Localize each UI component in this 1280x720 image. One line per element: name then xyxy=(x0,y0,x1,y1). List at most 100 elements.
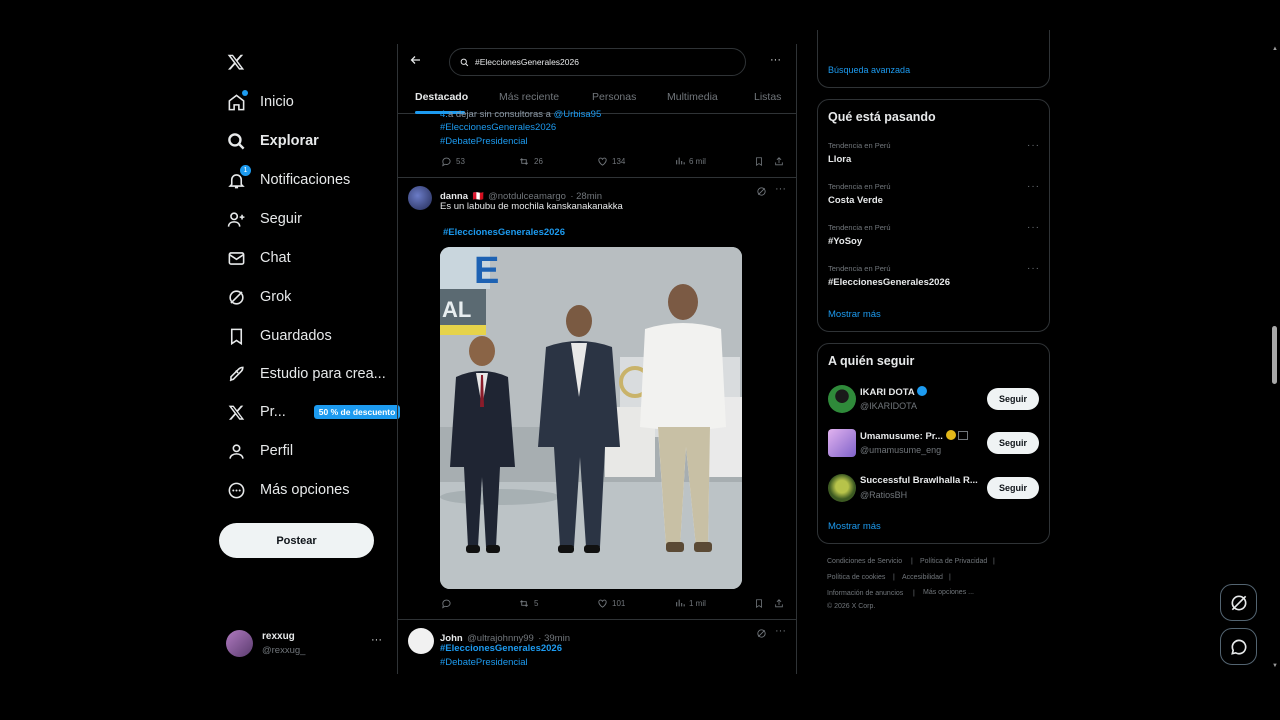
search-icon xyxy=(460,58,469,66)
trend-item[interactable]: Tendencia en Perú Costa Verde ··· xyxy=(818,179,1049,213)
nav-chat[interactable]: Chat xyxy=(226,244,291,272)
bookmark-button[interactable] xyxy=(754,156,764,167)
trend-more-icon[interactable]: ··· xyxy=(1027,222,1040,233)
trend-item[interactable]: Tendencia en Perú Llora ··· xyxy=(818,138,1049,172)
follow-suggestion[interactable]: Umamusume: Pr... @umamusume_eng Seguir xyxy=(818,428,1049,460)
scroll-up-arrow-icon[interactable]: ▲ xyxy=(1272,46,1278,52)
back-arrow-icon[interactable] xyxy=(410,54,422,66)
reply-button[interactable]: 53 xyxy=(441,156,465,167)
follow-suggestion[interactable]: Successful Brawlhalla R... @RatiosBH Seg… xyxy=(818,473,1049,505)
scrollbar-thumb[interactable] xyxy=(1272,326,1277,384)
tab-listas[interactable]: Listas xyxy=(754,91,781,103)
search-input[interactable]: #EleccionesGenerales2026 xyxy=(449,48,746,76)
account-more-icon[interactable]: ··· xyxy=(371,634,382,646)
share-button[interactable] xyxy=(774,156,784,167)
like-button[interactable]: 134 xyxy=(597,156,625,167)
hashtag-link[interactable]: #EleccionesGenerales2026 xyxy=(440,642,562,656)
messages-floating-button[interactable] xyxy=(1220,628,1257,665)
share-button[interactable] xyxy=(774,598,784,609)
affiliate-badge-icon xyxy=(958,431,969,440)
tab-personas[interactable]: Personas xyxy=(592,91,636,103)
show-more-suggestions[interactable]: Mostrar más xyxy=(828,521,881,532)
reply-button[interactable] xyxy=(441,598,456,609)
tweet[interactable]: danna 🇵🇪 @notdulceamargo · 28min ··· Es … xyxy=(398,178,796,618)
nav-perfil[interactable]: Perfil xyxy=(226,437,293,465)
show-more-trends[interactable]: Mostrar más xyxy=(828,309,881,320)
mention-link[interactable]: @Urbisa95 xyxy=(554,109,602,120)
hashtag-link[interactable]: #DebatePresidencial xyxy=(440,656,528,670)
repost-button[interactable]: 26 xyxy=(518,156,543,167)
footer-link[interactable]: Política de cookies xyxy=(827,574,885,581)
nav-inicio[interactable]: Inicio xyxy=(226,88,294,116)
suggestion-name[interactable]: IKARI DOTA xyxy=(860,386,927,398)
x-logo-icon xyxy=(227,54,245,70)
footer-link[interactable]: Política de Privacidad xyxy=(920,558,987,565)
share-icon xyxy=(775,599,783,608)
follow-suggestion[interactable]: IKARI DOTA @IKARIDOTA Seguir xyxy=(818,384,1049,416)
post-button[interactable]: Postear xyxy=(219,523,374,558)
avatar[interactable] xyxy=(828,385,856,413)
nav-premium[interactable]: Pr... 50 % de descuento xyxy=(226,398,401,426)
tweet[interactable]: 4.a dejar sin consultoras a @Urbisa95 #E… xyxy=(398,109,796,177)
grok-explain-icon[interactable] xyxy=(756,628,767,639)
trend-more-icon[interactable]: ··· xyxy=(1027,181,1040,192)
tweet[interactable]: John @ultrajohnny99 · 39min ··· #Eleccio… xyxy=(398,620,796,674)
advanced-search-link[interactable]: Búsqueda avanzada xyxy=(828,65,910,75)
views-icon xyxy=(676,157,685,165)
trend-item[interactable]: Tendencia en Perú #YoSoy ··· xyxy=(818,220,1049,254)
main-column: #EleccionesGenerales2026 ··· Destacado M… xyxy=(397,44,797,674)
avatar[interactable] xyxy=(408,628,434,654)
repost-icon xyxy=(520,600,528,607)
suggestion-name[interactable]: Umamusume: Pr... xyxy=(860,430,969,442)
grok-floating-button[interactable] xyxy=(1220,584,1257,621)
nav-seguir[interactable]: Seguir xyxy=(226,205,302,233)
footer-link[interactable]: Condiciones de Servicio xyxy=(827,558,902,565)
scroll-down-arrow-icon[interactable]: ▼ xyxy=(1272,663,1278,669)
footer-link[interactable]: Más opciones ... xyxy=(923,589,974,596)
nav-explorar[interactable]: Explorar xyxy=(226,127,319,155)
nav-notificaciones[interactable]: 1 Notificaciones xyxy=(226,165,350,194)
grok-explain-icon[interactable] xyxy=(756,186,767,197)
avatar[interactable] xyxy=(828,474,856,502)
footer-link[interactable]: Información de anuncios xyxy=(827,590,903,597)
account-switcher[interactable]: rexxug @rexxug_ ··· xyxy=(226,630,386,658)
views-button[interactable]: 1 mil xyxy=(675,598,706,608)
nav-grok[interactable]: Grok xyxy=(226,283,291,311)
bookmark-button[interactable] xyxy=(754,598,764,609)
tweet-image[interactable]: E AL xyxy=(440,247,742,589)
page-scrollbar[interactable]: ▲ ▼ xyxy=(1271,44,1279,674)
footer-separator: | xyxy=(911,558,913,565)
trend-more-icon[interactable]: ··· xyxy=(1027,140,1040,151)
trend-more-icon[interactable]: ··· xyxy=(1027,263,1040,274)
tweet-more-icon[interactable]: ··· xyxy=(775,183,786,195)
footer-link[interactable]: Accesibilidad xyxy=(902,574,943,581)
tab-destacado[interactable]: Destacado xyxy=(415,91,468,103)
like-button[interactable]: 101 xyxy=(597,598,625,609)
nav-label: Explorar xyxy=(260,133,319,149)
trend-item[interactable]: Tendencia en Perú #EleccionesGenerales20… xyxy=(818,261,1049,295)
tweet-more-icon[interactable]: ··· xyxy=(775,625,786,637)
follow-button[interactable]: Seguir xyxy=(987,388,1039,410)
trend-meta: Tendencia en Perú xyxy=(828,182,891,191)
hashtag-link[interactable]: #EleccionesGenerales2026 xyxy=(443,226,565,240)
follow-button[interactable]: Seguir xyxy=(987,477,1039,499)
tab-mas-reciente[interactable]: Más reciente xyxy=(499,91,559,103)
rocket-icon xyxy=(226,364,246,384)
nav-mas-opciones[interactable]: Más opciones xyxy=(226,476,349,504)
suggestion-name[interactable]: Successful Brawlhalla R... xyxy=(860,475,978,486)
avatar[interactable] xyxy=(408,186,432,210)
repost-button[interactable]: 5 xyxy=(518,598,538,609)
x-logo[interactable] xyxy=(227,53,245,71)
avatar[interactable] xyxy=(828,429,856,457)
hashtag-link[interactable]: #EleccionesGenerales2026 xyxy=(440,121,556,135)
tweet-text: Es un labubu de mochila kanskanakanakka xyxy=(440,201,623,212)
nav-estudio[interactable]: Estudio para crea... xyxy=(226,360,386,388)
more-options-icon[interactable]: ··· xyxy=(770,54,781,66)
nav-guardados[interactable]: Guardados xyxy=(226,322,332,350)
hashtag-link[interactable]: #DebatePresidencial xyxy=(440,135,528,149)
footer-separator: | xyxy=(949,574,951,581)
views-button[interactable]: 6 mil xyxy=(675,156,706,166)
tab-multimedia[interactable]: Multimedia xyxy=(667,91,718,103)
bell-icon: 1 xyxy=(226,165,251,190)
follow-button[interactable]: Seguir xyxy=(987,432,1039,454)
